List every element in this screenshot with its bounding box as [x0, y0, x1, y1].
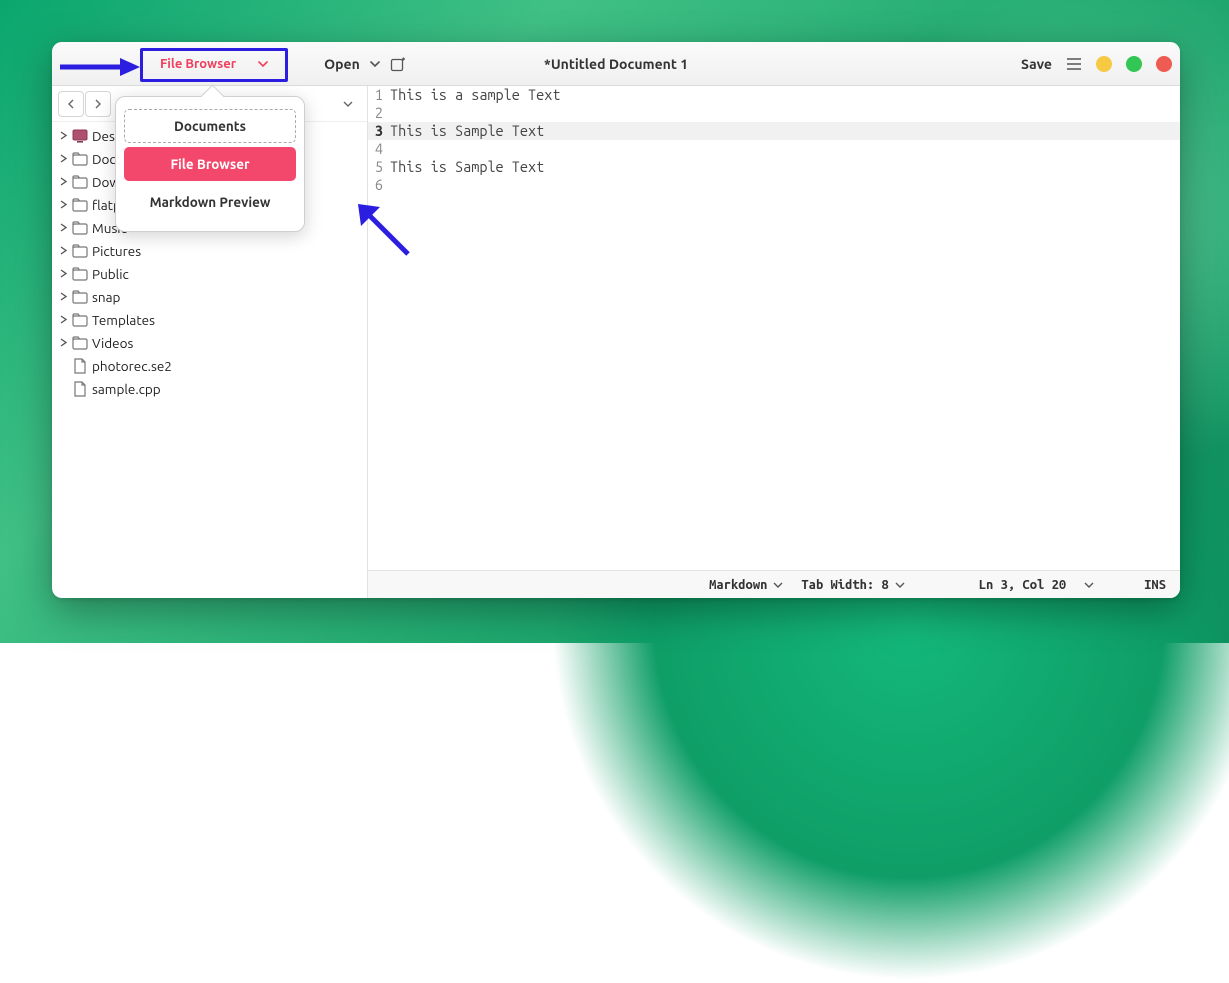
line-content	[386, 104, 390, 122]
templates-icon	[72, 312, 88, 328]
tree-item-label: photorec.se2	[92, 358, 172, 374]
window-maximize-button[interactable]	[1126, 56, 1142, 72]
expand-icon[interactable]	[58, 315, 68, 324]
folder-icon	[72, 289, 88, 305]
tree-item-public[interactable]: Public	[52, 262, 367, 285]
editor-line[interactable]: 6	[368, 176, 1180, 194]
tree-item-videos[interactable]: Videos	[52, 331, 367, 354]
status-bar: Markdown Tab Width: 8 Ln 3, Col 20 INS	[368, 570, 1180, 598]
editor-line[interactable]: 5This is Sample Text	[368, 158, 1180, 176]
desktop-icon	[72, 128, 88, 144]
tree-item-label: Pictures	[92, 243, 141, 259]
line-number: 2	[368, 104, 386, 122]
expand-icon[interactable]	[58, 223, 68, 232]
documents-icon	[72, 151, 88, 167]
status-tab-width[interactable]: Tab Width: 8	[801, 578, 904, 592]
status-insert-mode[interactable]: INS	[1144, 578, 1166, 592]
open-button[interactable]: Open	[324, 56, 360, 72]
open-button-group: Open	[324, 56, 406, 72]
line-number: 1	[368, 86, 386, 104]
nav-forward-button[interactable]	[85, 91, 111, 117]
videos-icon	[72, 335, 88, 351]
panel-menu-item-markdown-preview[interactable]: Markdown Preview	[124, 185, 296, 219]
line-content: This is a sample Text	[386, 86, 561, 104]
tree-item-templates[interactable]: Templates	[52, 308, 367, 331]
expand-icon[interactable]	[58, 200, 68, 209]
status-cursor-dropdown[interactable]	[1084, 582, 1094, 588]
chevron-down-icon[interactable]	[370, 61, 380, 67]
line-number: 5	[368, 158, 386, 176]
side-panel-selector-label: File Browser	[160, 57, 236, 71]
tree-item-label: sample.cpp	[92, 381, 161, 397]
side-panel-selector[interactable]: File Browser	[150, 53, 278, 75]
expand-icon[interactable]	[58, 338, 68, 347]
hamburger-menu-icon[interactable]	[1066, 58, 1082, 70]
editor-line[interactable]: 4	[368, 140, 1180, 158]
music-icon	[72, 220, 88, 236]
line-content	[386, 176, 390, 194]
folder-icon	[72, 197, 88, 213]
tree-item-pictures[interactable]: Pictures	[52, 239, 367, 262]
expand-icon[interactable]	[58, 131, 68, 140]
expand-icon[interactable]	[58, 154, 68, 163]
chevron-down-icon	[258, 61, 268, 67]
document-title: *Untitled Document 1	[544, 56, 688, 72]
expand-icon[interactable]	[58, 246, 68, 255]
nav-dropdown-button[interactable]	[335, 91, 361, 117]
side-panel-menu: Documents File Browser Markdown Preview	[115, 96, 305, 232]
window-minimize-button[interactable]	[1096, 56, 1112, 72]
line-content: This is Sample Text	[386, 158, 544, 176]
panel-menu-item-file-browser[interactable]: File Browser	[124, 147, 296, 181]
expand-icon[interactable]	[58, 292, 68, 301]
line-number: 6	[368, 176, 386, 194]
line-number: 4	[368, 140, 386, 158]
public-icon	[72, 266, 88, 282]
line-number: 3	[368, 122, 386, 140]
panel-menu-item-documents[interactable]: Documents	[124, 109, 296, 143]
line-content	[386, 140, 390, 158]
file-icon	[72, 358, 88, 374]
nav-back-button[interactable]	[58, 91, 84, 117]
downloads-icon	[72, 174, 88, 190]
tree-item-label: Videos	[92, 335, 133, 351]
titlebar: File Browser Open *Untitled Document 1 S…	[52, 42, 1180, 86]
save-button[interactable]: Save	[1021, 56, 1052, 72]
tree-item-label: Templates	[92, 312, 155, 328]
tree-item-photorec-se2[interactable]: photorec.se2	[52, 354, 367, 377]
text-editor[interactable]: 1This is a sample Text23This is Sample T…	[368, 86, 1180, 598]
window-close-button[interactable]	[1156, 56, 1172, 72]
status-language[interactable]: Markdown	[709, 578, 783, 592]
status-cursor-position[interactable]: Ln 3, Col 20	[979, 578, 1066, 592]
tree-item-label: Public	[92, 266, 129, 282]
expand-icon[interactable]	[58, 177, 68, 186]
pictures-icon	[72, 243, 88, 259]
file-icon	[72, 381, 88, 397]
editor-line[interactable]: 3This is Sample Text	[368, 122, 1180, 140]
line-content: This is Sample Text	[386, 122, 544, 140]
tree-item-snap[interactable]: snap	[52, 285, 367, 308]
new-tab-icon[interactable]	[390, 56, 406, 72]
editor-line[interactable]: 2	[368, 104, 1180, 122]
editor-line[interactable]: 1This is a sample Text	[368, 86, 1180, 104]
tree-item-sample-cpp[interactable]: sample.cpp	[52, 377, 367, 400]
tree-item-label: snap	[92, 289, 120, 305]
expand-icon[interactable]	[58, 269, 68, 278]
